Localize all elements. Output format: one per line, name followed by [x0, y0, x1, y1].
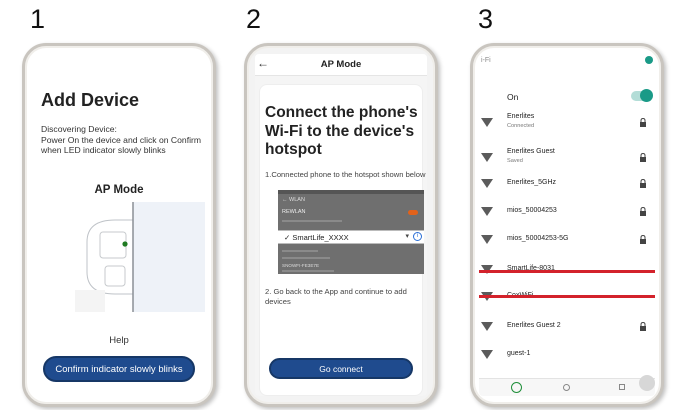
- network-name: Enerlites Guest 2: [507, 322, 561, 329]
- wifi-status-bar: i-Fi: [479, 54, 655, 72]
- wifi-network-row[interactable]: Enerlites Guest Saved: [479, 147, 655, 175]
- phone-ap-mode: ← AP Mode Connect the phone's Wi-Fi to t…: [244, 43, 438, 407]
- phone-add-device: Add Device Discovering Device: Power On …: [22, 43, 216, 407]
- example-toggle: [408, 210, 418, 215]
- wifi-signal-icon: [481, 153, 493, 162]
- step-number-3: 3: [478, 4, 494, 34]
- network-name: mios_50004253: [507, 207, 557, 214]
- lock-icon: [640, 322, 646, 331]
- overlay-bubble-icon: [639, 375, 655, 391]
- network-status: Connected: [507, 123, 535, 129]
- hotspot-example-screenshot: ← WLAN REWLAN ✓ SmartLife_XXXX ▾ i SNOWF…: [278, 190, 424, 274]
- circle-nav-icon[interactable]: [563, 384, 570, 391]
- status-bar-label: i-Fi: [481, 57, 491, 64]
- wifi-signal-icon: [481, 179, 493, 188]
- wifi-icon: ▾: [405, 233, 409, 240]
- network-name: Enerlites_5GHz: [507, 179, 557, 186]
- led-indicator: [122, 241, 128, 247]
- step1-instruction: 1.Connected phone to the hotspot shown b…: [265, 170, 426, 179]
- example-wlan-title: WLAN: [289, 197, 305, 203]
- lock-icon: [640, 235, 646, 244]
- wifi-network-row[interactable]: guest-1: [479, 347, 655, 375]
- add-device-screen: Add Device Discovering Device: Power On …: [33, 54, 205, 396]
- network-name: guest-1: [507, 350, 531, 357]
- device-illustration: [75, 202, 205, 312]
- wifi-signal-icon: [481, 118, 493, 127]
- phone-wifi-list: i-Fi On Enerlites Connected Enerlites Gues…: [470, 43, 664, 407]
- wifi-network-row[interactable]: mios_50004253-5G: [479, 232, 655, 260]
- check-icon: ✓: [284, 232, 293, 242]
- wifi-signal-icon: [481, 235, 493, 244]
- confirm-blink-button[interactable]: Confirm indicator slowly blinks: [43, 356, 195, 382]
- ap-mode-screen: ← AP Mode Connect the phone's Wi-Fi to t…: [255, 54, 427, 396]
- wifi-on-label: On: [507, 92, 519, 102]
- lock-icon: [640, 179, 646, 188]
- wifi-network-row[interactable]: mios_50004253: [479, 204, 655, 232]
- example-network-bottom: SNOWFI-FE3E7E: [282, 263, 320, 268]
- example-status-bar: [278, 190, 424, 194]
- step-number-1: 1: [30, 4, 46, 34]
- wifi-network-row[interactable]: Enerlites Guest 2: [479, 319, 655, 347]
- discovering-description: Discovering Device: Power On the device …: [41, 124, 205, 156]
- header-title: AP Mode: [320, 59, 362, 70]
- lock-icon: [640, 153, 646, 162]
- ap-mode-label: AP Mode: [94, 184, 144, 196]
- network-status: Saved: [507, 158, 523, 164]
- smartlife-highlight-frame: [479, 270, 655, 298]
- wifi-signal-icon: [481, 207, 493, 216]
- wifi-toggle[interactable]: [631, 89, 653, 102]
- network-name: mios_50004253-5G: [507, 235, 569, 242]
- lock-icon: [640, 118, 646, 127]
- home-button-icon[interactable]: [511, 382, 522, 393]
- example-back-icon: ←: [282, 197, 290, 203]
- lock-icon: [640, 207, 646, 216]
- status-indicator-icon: [645, 56, 653, 64]
- smartlife-hotspot-row: ✓ SmartLife_XXXX ▾ i: [278, 230, 424, 244]
- help-link[interactable]: Help: [33, 335, 205, 346]
- hotspot-ssid: SmartLife_XXXX: [292, 232, 349, 242]
- ap-mode-header: ← AP Mode: [255, 54, 427, 76]
- android-nav-bar: [479, 375, 655, 396]
- info-icon: i: [413, 232, 422, 241]
- discovering-description-text: Discovering Device: Power On the device …: [41, 124, 202, 155]
- go-connect-button[interactable]: Go connect: [269, 358, 413, 379]
- step2-instruction: 2. Go back to the App and continue to ad…: [265, 287, 407, 306]
- page-title: Add Device: [41, 90, 140, 110]
- network-name: Enerlites: [507, 113, 535, 120]
- step-number-2: 2: [246, 4, 262, 34]
- wifi-signal-icon: [481, 350, 493, 359]
- wifi-toggle-knob: [640, 89, 653, 102]
- connect-title: Connect the phone's Wi-Fi to the device'…: [265, 104, 418, 158]
- wifi-signal-icon: [481, 322, 493, 331]
- wifi-settings-screen: i-Fi On Enerlites Connected Enerlites Gues…: [479, 54, 655, 396]
- example-network-top: REWLAN: [282, 209, 306, 215]
- square-nav-icon[interactable]: [619, 384, 625, 390]
- network-name: Enerlites Guest: [507, 148, 555, 155]
- wifi-network-row[interactable]: Enerlites Connected: [479, 112, 655, 140]
- wifi-network-row[interactable]: Enerlites_5GHz: [479, 176, 655, 204]
